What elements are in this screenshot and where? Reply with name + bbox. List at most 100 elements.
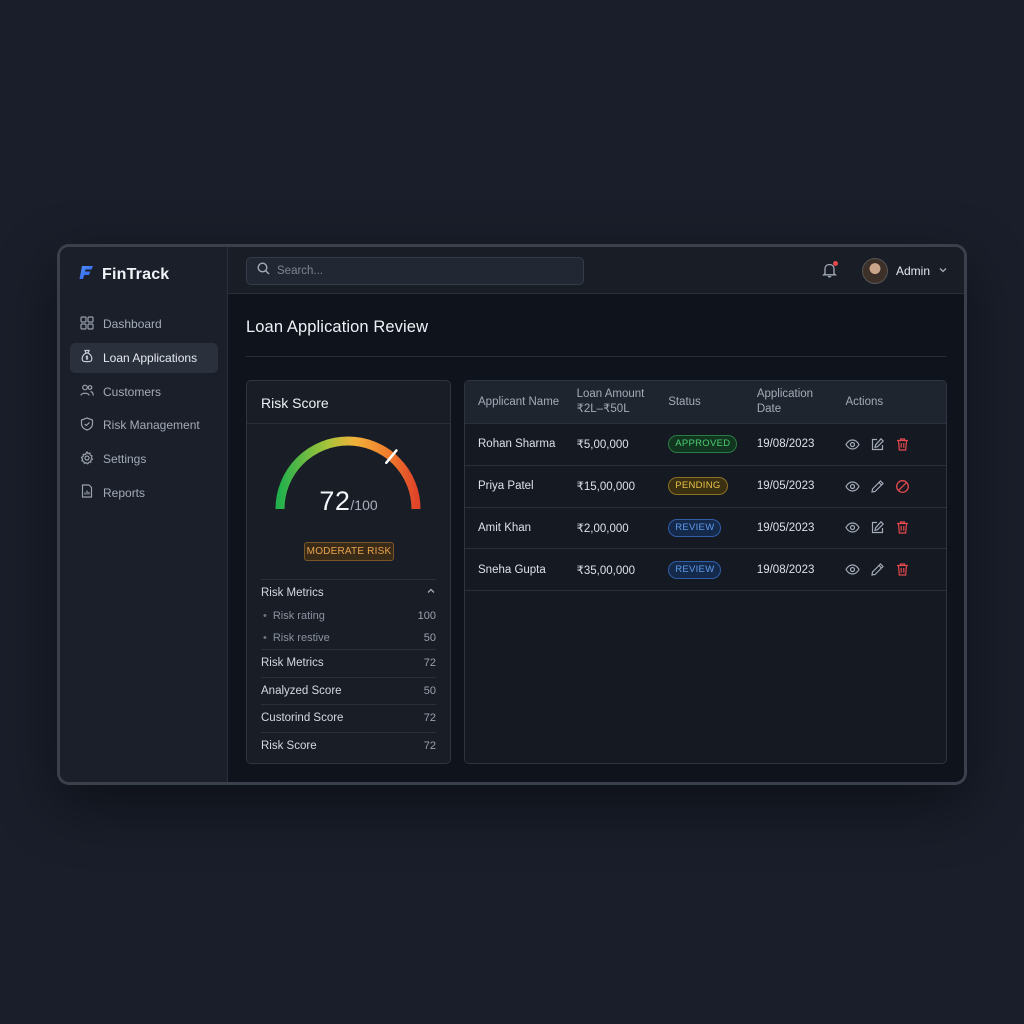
loan-amount: ₹5,00,000 (576, 439, 629, 452)
row-actions (845, 520, 946, 535)
risk-sub-value: 50 (423, 632, 436, 644)
risk-sub-item: Risk restive 50 (261, 627, 436, 649)
risk-score-value: 72 (319, 486, 351, 516)
status-cell: REVIEW (668, 518, 757, 537)
gear-icon (80, 450, 94, 468)
table-row[interactable]: Sneha Gupta ₹35,00,000 REVIEW 19/08/2023 (465, 549, 946, 592)
risk-sub-label: Risk restive (263, 632, 330, 644)
risk-metric-value: 72 (423, 739, 436, 752)
sidebar-item-label: Customers (103, 384, 162, 399)
status-badge: APPROVED (668, 435, 738, 454)
view-icon[interactable] (845, 562, 861, 577)
search-input[interactable] (277, 265, 557, 277)
sidebar-item-label: Risk Management (103, 418, 200, 433)
sidebar-item-settings[interactable]: Settings (70, 444, 218, 474)
sidebar-item-loan-applications[interactable]: Loan Applications (70, 342, 218, 373)
money-bag-icon (80, 349, 94, 366)
risk-metric-row: Risk Score 72 (261, 731, 436, 760)
sidebar-item-label: Reports (103, 485, 146, 500)
applications-table: Applicant Name Loan Amount ₹2L–₹50L Stat… (464, 380, 947, 764)
pencil-icon[interactable] (870, 479, 885, 494)
column-header-date-line1: Application (756, 388, 814, 400)
applicant-name: Amit Khan (478, 521, 532, 534)
sidebar-item-dashboard[interactable]: Dashboard (70, 309, 218, 339)
user-menu[interactable]: Admin (862, 258, 948, 284)
column-header-status[interactable]: Status (668, 381, 757, 423)
column-header-actions: Actions (845, 395, 884, 408)
risk-metric-label: Risk Metrics (261, 657, 324, 670)
sidebar-item-label: Loan Applications (103, 350, 198, 365)
application-date: 19/08/2023 (756, 563, 815, 576)
applicant-name: Sneha Gupta (478, 563, 546, 576)
risk-metric-label: Analyzed Score (261, 684, 342, 697)
column-header-applicant[interactable]: Applicant Name (465, 381, 577, 423)
column-header-amount-title: Loan Amount (576, 388, 645, 400)
row-actions (845, 562, 946, 577)
view-icon[interactable] (845, 479, 861, 494)
status-cell: APPROVED (668, 435, 757, 454)
table-row[interactable]: Rohan Sharma ₹5,00,000 APPROVED 19/08/20… (465, 424, 946, 466)
status-cell: PENDING (668, 477, 757, 496)
status-badge: REVIEW (668, 560, 722, 579)
loan-amount: ₹35,00,000 (576, 564, 636, 577)
fintrack-logo-icon (78, 263, 96, 286)
pencil-icon[interactable] (870, 562, 885, 577)
delete-icon[interactable] (895, 562, 910, 577)
risk-metric-row: Analyzed Score 50 (261, 676, 436, 705)
sidebar-item-label: Settings (103, 452, 147, 467)
risk-score-max: /100 (350, 497, 378, 513)
notification-dot (833, 261, 838, 266)
application-date: 19/05/2023 (756, 521, 815, 534)
main-content: Loan Application Review Risk Score 72/10… (228, 294, 964, 782)
report-icon (80, 484, 94, 501)
risk-metric-value: 50 (423, 684, 436, 697)
application-date: 19/08/2023 (756, 438, 815, 451)
reject-icon[interactable] (895, 479, 910, 494)
risk-metric-row: Custorind Score 72 (261, 704, 436, 732)
table-header: Applicant Name Loan Amount ₹2L–₹50L Stat… (465, 381, 946, 424)
page-title: Loan Application Review (246, 318, 429, 336)
risk-sub-value: 100 (417, 610, 436, 622)
applicant-name: Priya Patel (478, 480, 534, 493)
brand[interactable]: FinTrack (78, 263, 169, 286)
column-header-amount[interactable]: Loan Amount ₹2L–₹50L (577, 381, 669, 423)
delete-icon[interactable] (895, 520, 910, 535)
edit-icon[interactable] (870, 520, 885, 535)
sidebar-item-risk-management[interactable]: Risk Management (70, 410, 218, 440)
bell-icon (822, 263, 837, 282)
row-actions (845, 479, 946, 494)
delete-icon[interactable] (895, 437, 910, 452)
column-header-date-line2: Date (756, 403, 782, 415)
divider (246, 356, 946, 357)
chevron-down-icon (938, 262, 948, 280)
view-icon[interactable] (845, 520, 861, 535)
brand-name: FinTrack (102, 265, 170, 283)
table-row[interactable]: Amit Khan ₹2,00,000 REVIEW 19/05/2023 (465, 508, 946, 550)
risk-score-card: Risk Score 72/100 MODERATE RISK Risk Met… (246, 380, 451, 764)
table-row[interactable]: Priya Patel ₹15,00,000 PENDING 19/05/202… (465, 466, 946, 508)
sidebar-item-reports[interactable]: Reports (70, 478, 218, 508)
sidebar-item-customers[interactable]: Customers (70, 377, 218, 407)
grid-icon (80, 315, 94, 333)
view-icon[interactable] (845, 437, 861, 452)
loan-amount: ₹2,00,000 (576, 522, 629, 535)
search-icon (257, 262, 270, 280)
status-badge: REVIEW (668, 518, 722, 537)
notifications-button[interactable] (822, 261, 838, 283)
search-box[interactable] (246, 257, 584, 285)
risk-sub-item: Risk rating 100 (261, 605, 436, 627)
column-header-date[interactable]: Application Date (757, 381, 846, 423)
shield-icon (80, 417, 94, 434)
row-actions (845, 437, 946, 452)
risk-metric-value: 72 (423, 657, 436, 670)
users-icon (80, 383, 94, 400)
top-bar: Admin (228, 247, 964, 294)
sidebar-nav: Dashboard Loan Applications Customers Ri… (70, 309, 218, 512)
application-date: 19/05/2023 (756, 480, 815, 493)
risk-metrics: Risk Metrics Risk rating 100 Risk restiv… (261, 579, 436, 759)
risk-metrics-toggle[interactable]: Risk Metrics (261, 579, 436, 605)
edit-icon[interactable] (870, 437, 885, 452)
risk-metric-label: Risk Score (261, 739, 317, 752)
chevron-up-icon (426, 586, 436, 599)
status-badge: PENDING (668, 477, 728, 496)
